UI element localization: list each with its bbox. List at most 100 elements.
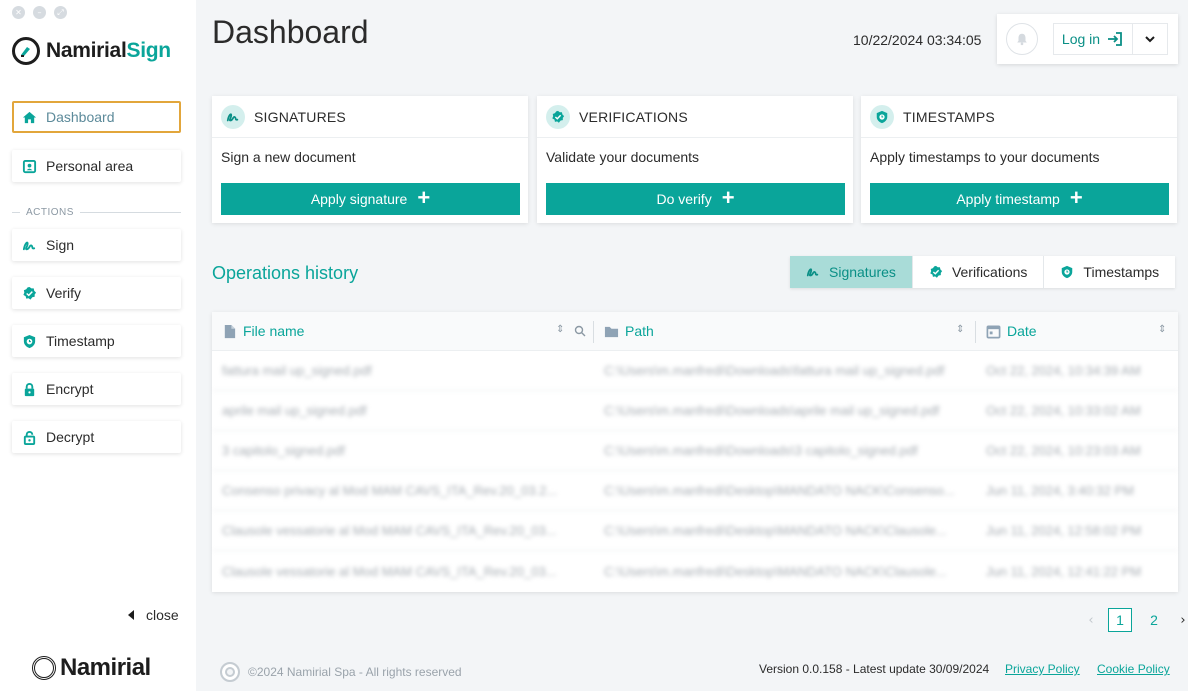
calendar-icon bbox=[986, 325, 1001, 338]
table-row[interactable]: aprile mail up_signed.pdf C:\Users\m.man… bbox=[212, 391, 1178, 431]
caret-left-icon bbox=[128, 610, 134, 620]
signature-icon bbox=[221, 104, 245, 129]
user-toolbar: Log in bbox=[997, 14, 1178, 64]
shield-clock-icon bbox=[870, 104, 894, 129]
page-2-button[interactable]: 2 bbox=[1142, 608, 1166, 632]
card-description: Apply timestamps to your documents bbox=[870, 149, 1100, 165]
cookie-policy-link[interactable]: Cookie Policy bbox=[1097, 662, 1170, 676]
login-arrow-icon bbox=[1108, 32, 1122, 46]
sidebar-item-decrypt[interactable]: Decrypt bbox=[12, 421, 181, 453]
table-row[interactable]: Clausole vessatorie al Mod MAM CAVS_ITA_… bbox=[212, 551, 1178, 591]
sidebar-item-label: Encrypt bbox=[46, 381, 94, 397]
folder-icon bbox=[604, 326, 619, 337]
next-page-icon[interactable]: › bbox=[1176, 613, 1188, 628]
card-header: VERIFICATIONS bbox=[537, 96, 853, 138]
card-header: SIGNATURES bbox=[212, 96, 528, 138]
plus-icon: + bbox=[1069, 185, 1083, 210]
close-window-icon[interactable]: ✕ bbox=[12, 6, 25, 19]
maximize-window-icon[interactable]: ⤢ bbox=[54, 6, 67, 19]
sidebar-item-encrypt[interactable]: Encrypt bbox=[12, 373, 181, 405]
signature-icon bbox=[806, 268, 819, 277]
sidebar-item-verify[interactable]: Verify bbox=[12, 277, 181, 309]
home-icon bbox=[22, 111, 37, 123]
column-path[interactable]: Path ⇕ bbox=[594, 312, 976, 351]
id-card-icon bbox=[22, 159, 37, 173]
sidebar-item-sign[interactable]: Sign bbox=[12, 229, 181, 261]
table-row[interactable]: Consenso privacy al Mod MAM CAVS_ITA_Rev… bbox=[212, 471, 1178, 511]
table-row[interactable]: 3 capitolo_signed.pdf C:\Users\m.manfred… bbox=[212, 431, 1178, 471]
card-title: TIMESTAMPS bbox=[903, 108, 995, 125]
sidebar: ✕ – ⤢ NamirialSign Dashboard Personal ar… bbox=[0, 0, 196, 691]
tab-timestamps[interactable]: Timestamps bbox=[1044, 256, 1175, 288]
close-sidebar-button[interactable]: close bbox=[128, 607, 179, 623]
sort-icon[interactable]: ⇕ bbox=[556, 324, 564, 335]
signatures-card: SIGNATURES Sign a new document Apply sig… bbox=[212, 96, 528, 223]
sort-icon[interactable]: ⇕ bbox=[956, 324, 964, 335]
verified-badge-icon bbox=[23, 286, 37, 300]
do-verify-button[interactable]: Do verify + bbox=[546, 183, 845, 215]
account-dropdown-button[interactable] bbox=[1132, 23, 1168, 55]
table-header: File name ⇕ Path ⇕ Date ⇕ bbox=[212, 312, 1178, 351]
sidebar-item-timestamp[interactable]: Timestamp bbox=[12, 325, 181, 357]
plus-icon: + bbox=[417, 185, 431, 210]
brand-name: NamirialSign bbox=[46, 39, 171, 62]
sidebar-item-personal-area[interactable]: Personal area bbox=[12, 150, 181, 182]
sidebar-item-label: Timestamp bbox=[46, 333, 115, 349]
operations-history-table: File name ⇕ Path ⇕ Date ⇕ fattura mail u… bbox=[212, 312, 1178, 592]
card-title: VERIFICATIONS bbox=[579, 108, 688, 125]
previous-page-icon[interactable]: ‹ bbox=[1084, 613, 1098, 628]
shield-clock-icon bbox=[1062, 265, 1073, 279]
column-date[interactable]: Date ⇕ bbox=[976, 312, 1178, 351]
current-datetime: 10/22/2024 03:34:05 bbox=[853, 32, 982, 48]
privacy-policy-link[interactable]: Privacy Policy bbox=[1005, 662, 1080, 676]
copyright: ©2024 Namirial Spa - All rights reserved bbox=[220, 662, 462, 682]
namirial-footer-logo: Namirial bbox=[32, 654, 151, 682]
sidebar-item-label: Personal area bbox=[46, 158, 134, 174]
signature-icon bbox=[22, 241, 36, 250]
verified-badge-icon bbox=[546, 104, 570, 129]
column-file-name[interactable]: File name ⇕ bbox=[212, 312, 594, 351]
login-button[interactable]: Log in bbox=[1053, 23, 1132, 55]
file-icon bbox=[224, 324, 236, 338]
operations-history-title: Operations history bbox=[212, 263, 359, 283]
apply-timestamp-button[interactable]: Apply timestamp + bbox=[870, 183, 1169, 215]
sidebar-item-label: Decrypt bbox=[46, 429, 95, 445]
table-row[interactable]: fattura mail up_signed.pdf C:\Users\m.ma… bbox=[212, 351, 1178, 391]
brand-logo: NamirialSign bbox=[12, 37, 171, 65]
sidebar-item-label: Sign bbox=[46, 237, 75, 253]
history-tabs: Signatures Verifications Timestamps bbox=[790, 256, 1176, 288]
apply-signature-button[interactable]: Apply signature + bbox=[221, 183, 520, 215]
table-row[interactable]: Clausole vessatorie al Mod MAM CAVS_ITA_… bbox=[212, 511, 1178, 551]
plus-icon: + bbox=[721, 185, 735, 210]
shield-clock-icon bbox=[23, 334, 36, 348]
sidebar-item-label: Verify bbox=[46, 285, 82, 301]
sort-icon[interactable]: ⇕ bbox=[1158, 324, 1166, 335]
chevron-down-icon bbox=[1145, 36, 1155, 43]
window-controls: ✕ – ⤢ bbox=[12, 6, 67, 19]
search-icon[interactable] bbox=[574, 325, 586, 337]
bell-icon bbox=[1017, 33, 1027, 46]
card-title: SIGNATURES bbox=[254, 108, 346, 125]
sidebar-item-label: Dashboard bbox=[46, 109, 115, 125]
verifications-card: VERIFICATIONS Validate your documents Do… bbox=[537, 96, 853, 223]
tab-signatures[interactable]: Signatures bbox=[790, 256, 913, 288]
card-description: Validate your documents bbox=[546, 149, 700, 165]
minimize-window-icon[interactable]: – bbox=[33, 6, 46, 19]
tab-verifications[interactable]: Verifications bbox=[913, 256, 1045, 288]
verified-badge-icon bbox=[930, 265, 943, 278]
timestamps-card: TIMESTAMPS Apply timestamps to your docu… bbox=[861, 96, 1177, 223]
sidebar-item-dashboard[interactable]: Dashboard bbox=[12, 101, 181, 133]
namirial-sign-logo-icon bbox=[12, 37, 40, 65]
namirial-mark-icon bbox=[220, 662, 240, 682]
card-description: Sign a new document bbox=[221, 149, 356, 165]
page-title: Dashboard bbox=[212, 14, 369, 50]
card-header: TIMESTAMPS bbox=[861, 96, 1177, 138]
page-1-button[interactable]: 1 bbox=[1108, 608, 1132, 632]
namirial-mark-icon bbox=[32, 656, 56, 680]
pagination: ‹ 1 2 › bbox=[1084, 608, 1188, 632]
unlock-icon bbox=[23, 430, 36, 445]
actions-section-label: ACTIONS bbox=[12, 207, 181, 218]
lock-icon bbox=[24, 382, 35, 396]
version-info: Version 0.0.158 - Latest update 30/09/20… bbox=[759, 662, 990, 676]
notifications-button[interactable] bbox=[1006, 23, 1038, 55]
